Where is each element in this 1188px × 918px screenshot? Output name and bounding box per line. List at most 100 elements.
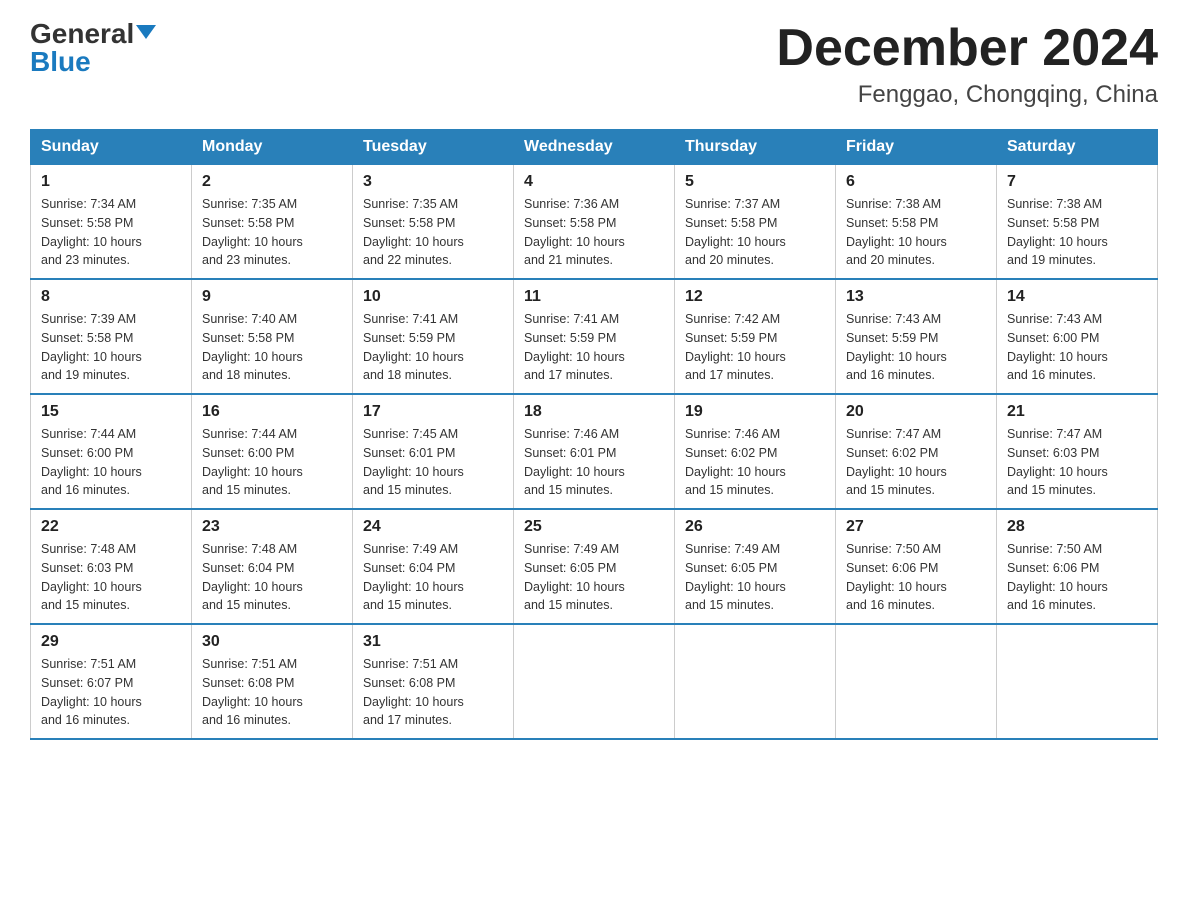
day-info: Sunrise: 7:44 AMSunset: 6:00 PMDaylight:… bbox=[202, 425, 342, 500]
calendar-cell: 31 Sunrise: 7:51 AMSunset: 6:08 PMDayligh… bbox=[353, 624, 514, 739]
day-number: 9 bbox=[202, 288, 342, 306]
day-number: 2 bbox=[202, 173, 342, 191]
day-info: Sunrise: 7:43 AMSunset: 6:00 PMDaylight:… bbox=[1007, 310, 1147, 385]
day-info: Sunrise: 7:51 AMSunset: 6:08 PMDaylight:… bbox=[363, 655, 503, 730]
calendar-cell: 25Sunrise: 7:49 AMSunset: 6:05 PMDayligh… bbox=[514, 509, 675, 624]
calendar-cell: 19 Sunrise: 7:46 AMSunset: 6:02 PMDayligh… bbox=[675, 394, 836, 509]
header-cell-friday: Friday bbox=[836, 130, 997, 165]
day-info: Sunrise: 7:40 AMSunset: 5:58 PMDaylight:… bbox=[202, 310, 342, 385]
page-header: General Blue December 2024 Fenggao, Chon… bbox=[30, 20, 1158, 109]
day-number: 3 bbox=[363, 173, 503, 191]
page-title: December 2024 bbox=[776, 20, 1158, 77]
day-number: 18 bbox=[524, 403, 664, 421]
day-info: Sunrise: 7:38 AMSunset: 5:58 PMDaylight:… bbox=[1007, 195, 1147, 270]
header-cell-monday: Monday bbox=[192, 130, 353, 165]
day-number: 13 bbox=[846, 288, 986, 306]
calendar-cell: 29 Sunrise: 7:51 AMSunset: 6:07 PMDayligh… bbox=[31, 624, 192, 739]
day-number: 30 bbox=[202, 633, 342, 651]
day-number: 8 bbox=[41, 288, 181, 306]
calendar-cell: 12 Sunrise: 7:42 AMSunset: 5:59 PMDayligh… bbox=[675, 279, 836, 394]
day-number: 21 bbox=[1007, 403, 1147, 421]
day-info: Sunrise: 7:48 AMSunset: 6:03 PMDaylight:… bbox=[41, 540, 181, 615]
calendar-cell: 14 Sunrise: 7:43 AMSunset: 6:00 PMDayligh… bbox=[997, 279, 1158, 394]
day-info: Sunrise: 7:47 AMSunset: 6:02 PMDaylight:… bbox=[846, 425, 986, 500]
header-cell-sunday: Sunday bbox=[31, 130, 192, 165]
header-row: SundayMondayTuesdayWednesdayThursdayFrid… bbox=[31, 130, 1158, 165]
calendar-week-3: 15 Sunrise: 7:44 AMSunset: 6:00 PMDayligh… bbox=[31, 394, 1158, 509]
calendar-cell: 4Sunrise: 7:36 AMSunset: 5:58 PMDaylight… bbox=[514, 165, 675, 280]
day-number: 22 bbox=[41, 518, 181, 536]
calendar-cell: 2 Sunrise: 7:35 AMSunset: 5:58 PMDaylight… bbox=[192, 165, 353, 280]
calendar-cell: 5 Sunrise: 7:37 AMSunset: 5:58 PMDaylight… bbox=[675, 165, 836, 280]
calendar-table: SundayMondayTuesdayWednesdayThursdayFrid… bbox=[30, 129, 1158, 740]
calendar-cell: 26 Sunrise: 7:49 AMSunset: 6:05 PMDayligh… bbox=[675, 509, 836, 624]
calendar-body: 1 Sunrise: 7:34 AMSunset: 5:58 PMDaylight… bbox=[31, 165, 1158, 740]
day-info: Sunrise: 7:35 AMSunset: 5:58 PMDaylight:… bbox=[202, 195, 342, 270]
day-number: 20 bbox=[846, 403, 986, 421]
header-cell-saturday: Saturday bbox=[997, 130, 1158, 165]
logo-blue: Blue bbox=[30, 48, 91, 76]
day-info: Sunrise: 7:48 AMSunset: 6:04 PMDaylight:… bbox=[202, 540, 342, 615]
day-info: Sunrise: 7:35 AMSunset: 5:58 PMDaylight:… bbox=[363, 195, 503, 270]
day-info: Sunrise: 7:49 AMSunset: 6:04 PMDaylight:… bbox=[363, 540, 503, 615]
calendar-cell: 3 Sunrise: 7:35 AMSunset: 5:58 PMDaylight… bbox=[353, 165, 514, 280]
day-info: Sunrise: 7:50 AMSunset: 6:06 PMDaylight:… bbox=[846, 540, 986, 615]
day-info: Sunrise: 7:47 AMSunset: 6:03 PMDaylight:… bbox=[1007, 425, 1147, 500]
calendar-week-2: 8 Sunrise: 7:39 AMSunset: 5:58 PMDaylight… bbox=[31, 279, 1158, 394]
calendar-cell: 28 Sunrise: 7:50 AMSunset: 6:06 PMDayligh… bbox=[997, 509, 1158, 624]
day-info: Sunrise: 7:39 AMSunset: 5:58 PMDaylight:… bbox=[41, 310, 181, 385]
day-info: Sunrise: 7:49 AMSunset: 6:05 PMDaylight:… bbox=[685, 540, 825, 615]
day-number: 27 bbox=[846, 518, 986, 536]
day-info: Sunrise: 7:41 AMSunset: 5:59 PMDaylight:… bbox=[363, 310, 503, 385]
calendar-week-1: 1 Sunrise: 7:34 AMSunset: 5:58 PMDaylight… bbox=[31, 165, 1158, 280]
page-subtitle: Fenggao, Chongqing, China bbox=[776, 81, 1158, 109]
day-number: 5 bbox=[685, 173, 825, 191]
header-cell-thursday: Thursday bbox=[675, 130, 836, 165]
calendar-cell: 15 Sunrise: 7:44 AMSunset: 6:00 PMDayligh… bbox=[31, 394, 192, 509]
calendar-cell: 9 Sunrise: 7:40 AMSunset: 5:58 PMDaylight… bbox=[192, 279, 353, 394]
day-number: 24 bbox=[363, 518, 503, 536]
day-number: 23 bbox=[202, 518, 342, 536]
day-info: Sunrise: 7:42 AMSunset: 5:59 PMDaylight:… bbox=[685, 310, 825, 385]
day-number: 31 bbox=[363, 633, 503, 651]
calendar-cell bbox=[514, 624, 675, 739]
calendar-cell: 27 Sunrise: 7:50 AMSunset: 6:06 PMDayligh… bbox=[836, 509, 997, 624]
calendar-cell: 7 Sunrise: 7:38 AMSunset: 5:58 PMDaylight… bbox=[997, 165, 1158, 280]
calendar-cell: 10 Sunrise: 7:41 AMSunset: 5:59 PMDayligh… bbox=[353, 279, 514, 394]
calendar-week-4: 22 Sunrise: 7:48 AMSunset: 6:03 PMDayligh… bbox=[31, 509, 1158, 624]
day-info: Sunrise: 7:50 AMSunset: 6:06 PMDaylight:… bbox=[1007, 540, 1147, 615]
day-info: Sunrise: 7:44 AMSunset: 6:00 PMDaylight:… bbox=[41, 425, 181, 500]
calendar-cell: 23 Sunrise: 7:48 AMSunset: 6:04 PMDayligh… bbox=[192, 509, 353, 624]
day-info: Sunrise: 7:46 AMSunset: 6:02 PMDaylight:… bbox=[685, 425, 825, 500]
day-info: Sunrise: 7:51 AMSunset: 6:07 PMDaylight:… bbox=[41, 655, 181, 730]
day-number: 28 bbox=[1007, 518, 1147, 536]
day-number: 15 bbox=[41, 403, 181, 421]
day-info: Sunrise: 7:37 AMSunset: 5:58 PMDaylight:… bbox=[685, 195, 825, 270]
calendar-week-5: 29 Sunrise: 7:51 AMSunset: 6:07 PMDayligh… bbox=[31, 624, 1158, 739]
day-number: 7 bbox=[1007, 173, 1147, 191]
logo-triangle-icon bbox=[136, 25, 156, 39]
day-number: 25 bbox=[524, 518, 664, 536]
day-number: 4 bbox=[524, 173, 664, 191]
calendar-cell: 13 Sunrise: 7:43 AMSunset: 5:59 PMDayligh… bbox=[836, 279, 997, 394]
day-info: Sunrise: 7:51 AMSunset: 6:08 PMDaylight:… bbox=[202, 655, 342, 730]
day-number: 10 bbox=[363, 288, 503, 306]
day-info: Sunrise: 7:46 AMSunset: 6:01 PMDaylight:… bbox=[524, 425, 664, 500]
logo: General Blue bbox=[30, 20, 156, 76]
day-number: 14 bbox=[1007, 288, 1147, 306]
day-info: Sunrise: 7:38 AMSunset: 5:58 PMDaylight:… bbox=[846, 195, 986, 270]
calendar-cell: 22 Sunrise: 7:48 AMSunset: 6:03 PMDayligh… bbox=[31, 509, 192, 624]
calendar-cell: 6 Sunrise: 7:38 AMSunset: 5:58 PMDaylight… bbox=[836, 165, 997, 280]
day-number: 12 bbox=[685, 288, 825, 306]
day-number: 6 bbox=[846, 173, 986, 191]
day-number: 26 bbox=[685, 518, 825, 536]
calendar-cell: 1 Sunrise: 7:34 AMSunset: 5:58 PMDaylight… bbox=[31, 165, 192, 280]
calendar-cell bbox=[836, 624, 997, 739]
day-number: 29 bbox=[41, 633, 181, 651]
day-info: Sunrise: 7:43 AMSunset: 5:59 PMDaylight:… bbox=[846, 310, 986, 385]
day-info: Sunrise: 7:34 AMSunset: 5:58 PMDaylight:… bbox=[41, 195, 181, 270]
day-number: 1 bbox=[41, 173, 181, 191]
day-number: 19 bbox=[685, 403, 825, 421]
calendar-cell: 16Sunrise: 7:44 AMSunset: 6:00 PMDayligh… bbox=[192, 394, 353, 509]
day-info: Sunrise: 7:45 AMSunset: 6:01 PMDaylight:… bbox=[363, 425, 503, 500]
